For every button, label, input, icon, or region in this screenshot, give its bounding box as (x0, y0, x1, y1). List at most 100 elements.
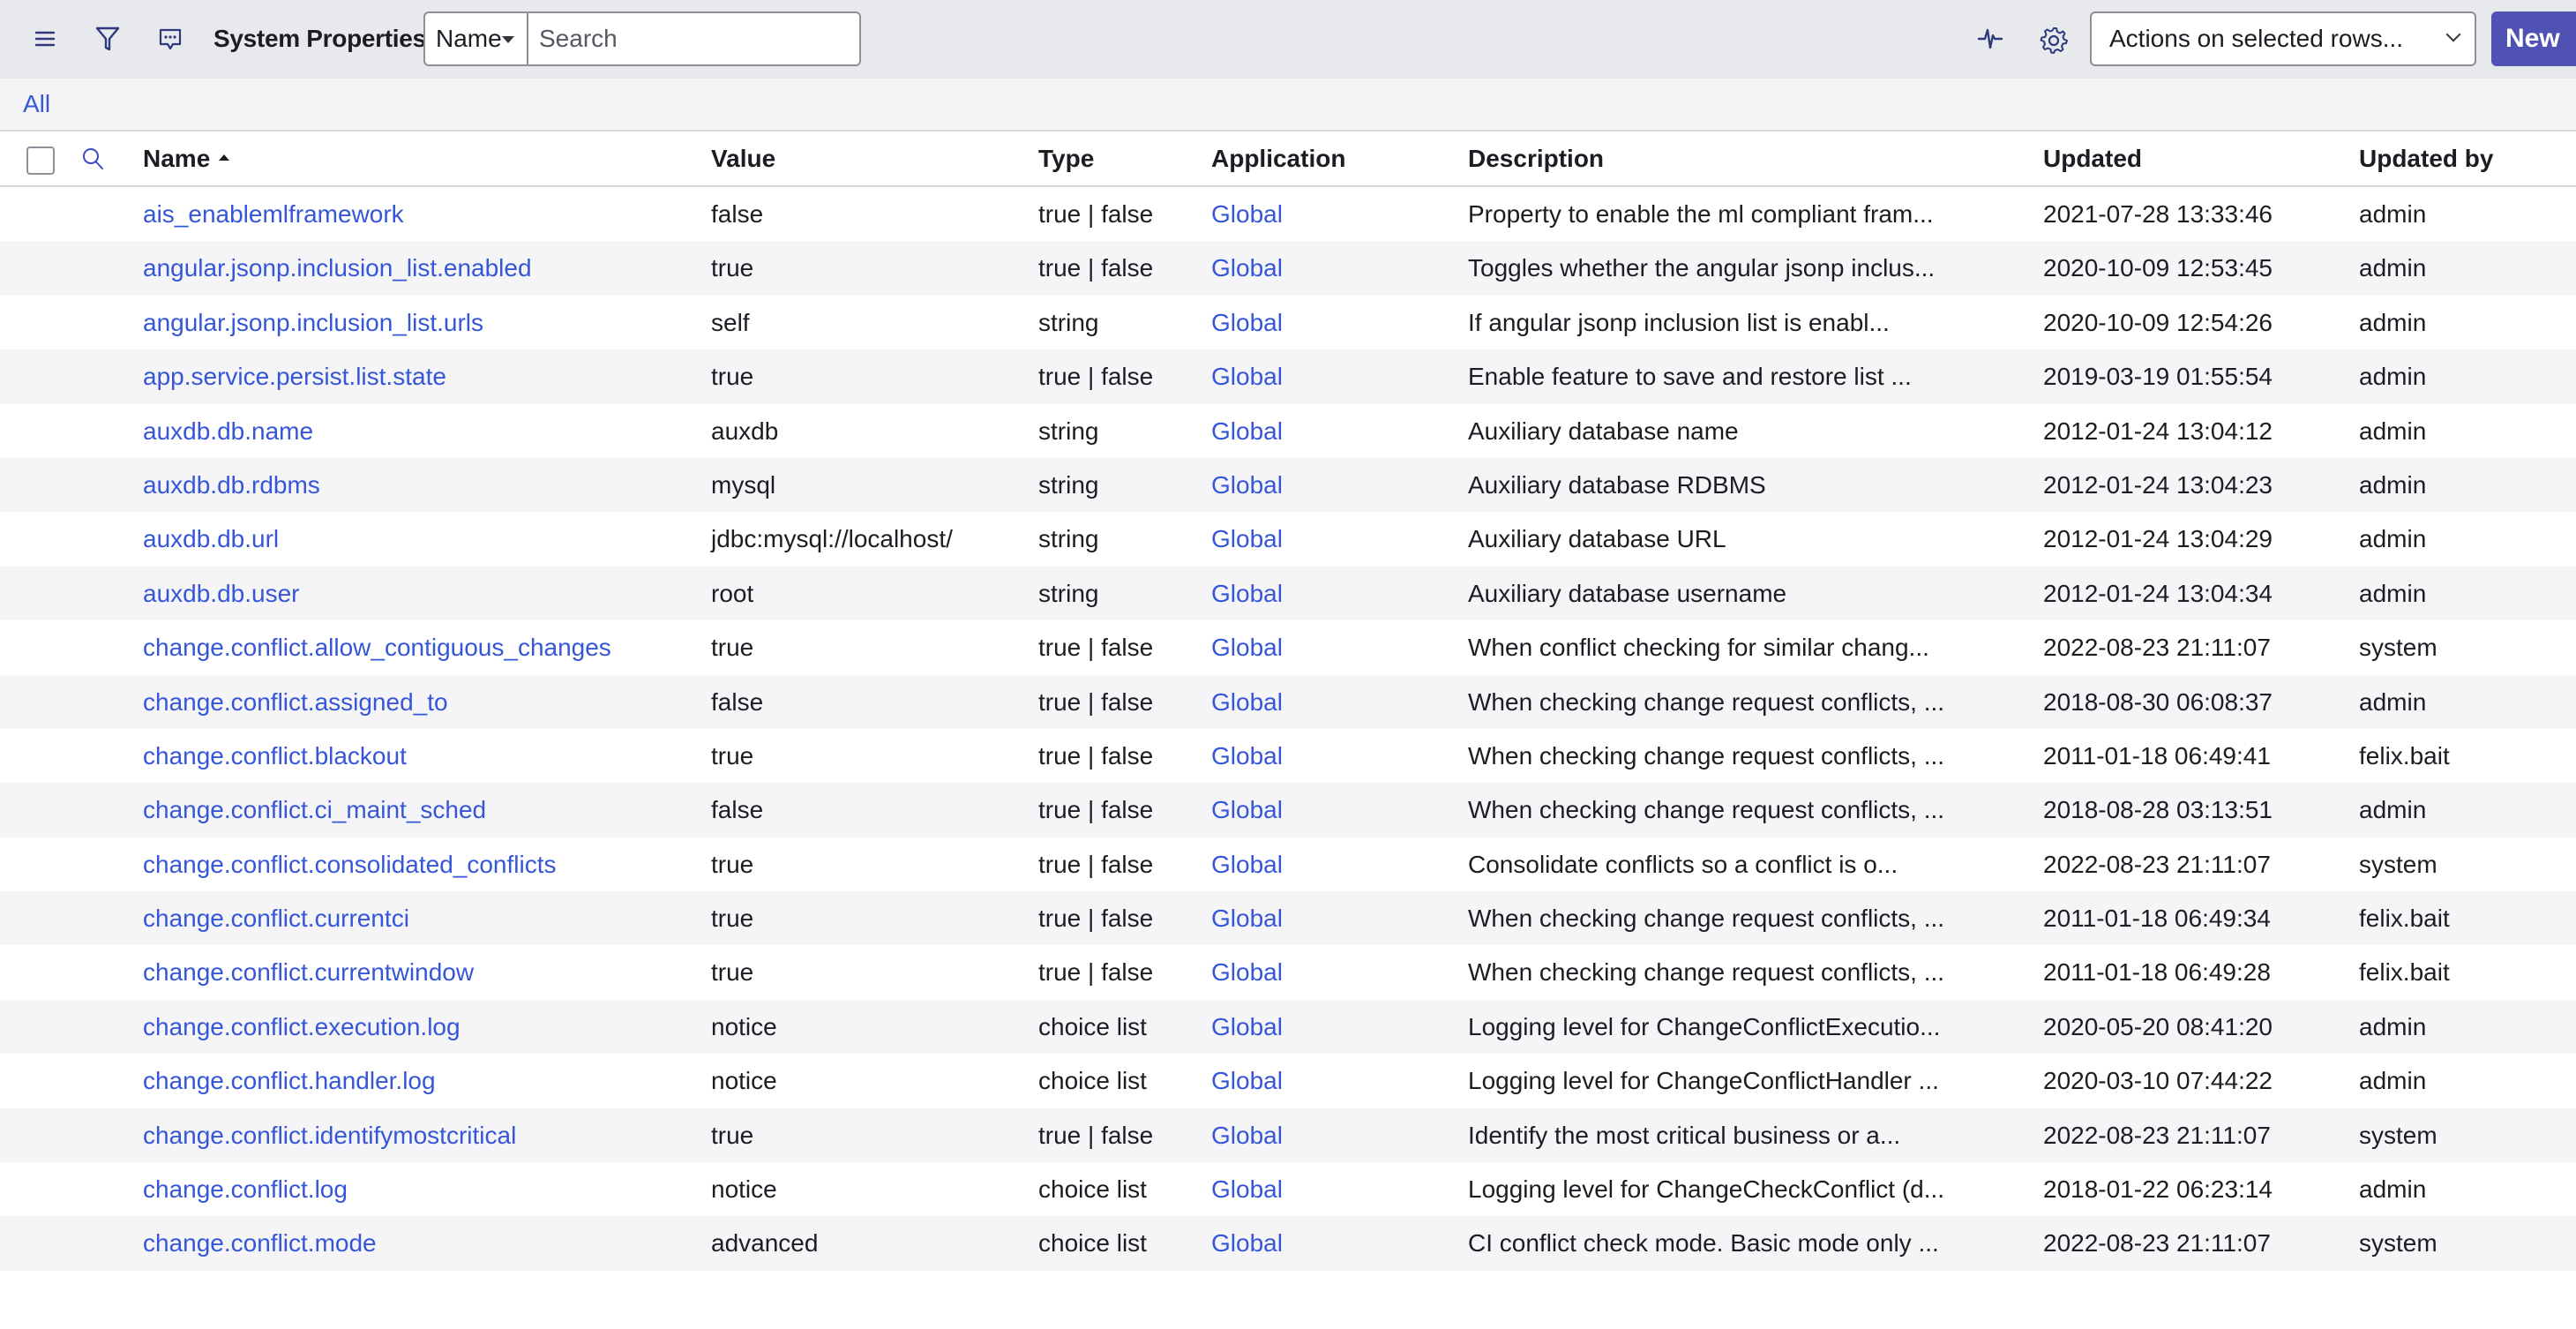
property-name-link[interactable]: angular.jsonp.inclusion_list.urls (143, 296, 483, 349)
application-link[interactable]: Global (1211, 945, 1283, 999)
breadcrumb-all[interactable]: All (23, 89, 50, 119)
search-input[interactable] (528, 13, 859, 64)
application-link[interactable]: Global (1211, 512, 1283, 566)
application-link[interactable]: Global (1211, 241, 1283, 295)
property-name-link[interactable]: change.conflict.identifymostcritical (143, 1108, 516, 1162)
search-icon[interactable] (79, 145, 106, 173)
column-header-name[interactable]: Name (143, 144, 230, 174)
property-name-link[interactable]: auxdb.db.url (143, 512, 279, 566)
application-link[interactable]: Global (1211, 675, 1283, 729)
property-name-link[interactable]: auxdb.db.rdbms (143, 458, 320, 512)
updated-by: admin (2359, 579, 2427, 607)
application-link[interactable]: Global (1211, 1216, 1283, 1270)
application-link[interactable]: Global (1211, 567, 1283, 620)
property-name-link[interactable]: auxdb.db.name (143, 404, 313, 458)
search-field-select[interactable]: Name (425, 13, 528, 64)
application-link[interactable]: Global (1211, 729, 1283, 783)
property-name-link[interactable]: change.conflict.blackout (143, 729, 407, 783)
column-header-description[interactable]: Description (1468, 144, 1604, 174)
property-value: notice (711, 1175, 777, 1204)
application-link[interactable]: Global (1211, 891, 1283, 945)
gear-icon[interactable] (2039, 25, 2069, 55)
table-row[interactable]: auxdb.db.user root string Global Auxiliary d… (0, 566, 2576, 621)
application-link[interactable]: Global (1211, 783, 1283, 837)
table-row[interactable]: change.conflict.currentci true true | fals… (0, 891, 2576, 946)
application-link[interactable]: Global (1211, 349, 1283, 403)
property-name-link[interactable]: change.conflict.log (143, 1162, 348, 1216)
table-row[interactable]: auxdb.db.rdbms mysql string Global Auxiliary… (0, 457, 2576, 513)
new-button[interactable]: New (2491, 11, 2576, 66)
chat-bubble-icon[interactable] (156, 25, 184, 55)
column-header-type[interactable]: Type (1038, 144, 1094, 174)
application-link[interactable]: Global (1211, 837, 1283, 891)
table-row[interactable]: change.conflict.blackout true true | false… (0, 728, 2576, 784)
table-row[interactable]: angular.jsonp.inclusion_list.enabled true… (0, 241, 2576, 296)
application-link[interactable]: Global (1211, 620, 1283, 674)
column-header-value[interactable]: Value (711, 144, 775, 174)
table-row[interactable]: change.conflict.ci_maint_sched false true … (0, 783, 2576, 837)
property-value: true (711, 363, 754, 391)
table-row[interactable]: change.conflict.consolidated_conflicts tr… (0, 837, 2576, 892)
application-link[interactable]: Global (1211, 458, 1283, 512)
hamburger-menu-icon[interactable] (32, 25, 58, 53)
property-name-link[interactable]: app.service.persist.list.state (143, 349, 446, 403)
property-description: Consolidate conflicts so a conflict is o… (1468, 850, 1898, 878)
property-description: Property to enable the ml compliant fram… (1468, 200, 1934, 228)
updated-by: admin (2359, 254, 2427, 282)
updated-by: admin (2359, 470, 2427, 499)
actions-on-selected-rows-select[interactable]: Actions on selected rows... (2090, 11, 2476, 66)
column-header-updated[interactable]: Updated (2043, 144, 2142, 174)
property-name-link[interactable]: change.conflict.handler.log (143, 1054, 436, 1108)
property-name-link[interactable]: change.conflict.ci_maint_sched (143, 783, 486, 837)
application-link[interactable]: Global (1211, 1000, 1283, 1054)
property-name-link[interactable]: ais_enablemlframework (143, 187, 404, 241)
application-link[interactable]: Global (1211, 1108, 1283, 1162)
table-row[interactable]: change.conflict.currentwindow true true | … (0, 945, 2576, 1000)
table-row[interactable]: angular.jsonp.inclusion_list.urls self str… (0, 295, 2576, 350)
property-value: false (711, 200, 764, 228)
application-link[interactable]: Global (1211, 187, 1283, 241)
property-description: Logging level for ChangeConflictHandler … (1468, 1067, 1939, 1095)
updated-timestamp: 2012-01-24 13:04:12 (2043, 417, 2273, 445)
table-row[interactable]: change.conflict.log notice choice list Glob… (0, 1162, 2576, 1217)
application-link[interactable]: Global (1211, 296, 1283, 349)
table-row[interactable]: change.conflict.handler.log notice choice … (0, 1054, 2576, 1108)
property-type: true | false (1038, 958, 1154, 987)
table-row[interactable]: change.conflict.identifymostcritical true… (0, 1108, 2576, 1163)
application-link[interactable]: Global (1211, 404, 1283, 458)
property-description: Identify the most critical business or a… (1468, 1121, 1901, 1149)
application-link[interactable]: Global (1211, 1054, 1283, 1108)
updated-timestamp: 2020-05-20 08:41:20 (2043, 1012, 2273, 1040)
updated-by: felix.bait (2359, 905, 2450, 933)
property-name-link[interactable]: change.conflict.currentwindow (143, 945, 474, 999)
column-header-updated-by[interactable]: Updated by (2359, 144, 2493, 174)
property-name-link[interactable]: angular.jsonp.inclusion_list.enabled (143, 241, 532, 295)
table-row[interactable]: change.conflict.allow_contiguous_changes… (0, 620, 2576, 675)
list-header-bar: System Properties Name Actions on select… (0, 0, 2576, 79)
property-name-link[interactable]: auxdb.db.user (143, 567, 299, 620)
application-link[interactable]: Global (1211, 1162, 1283, 1216)
table-row[interactable]: app.service.persist.list.state true true |… (0, 349, 2576, 404)
property-type: true | false (1038, 363, 1154, 391)
property-name-link[interactable]: change.conflict.assigned_to (143, 675, 448, 729)
table-row[interactable]: auxdb.db.name auxdb string Global Auxiliary … (0, 403, 2576, 458)
table-row[interactable]: change.conflict.assigned_to false true | f… (0, 674, 2576, 729)
table-row[interactable]: change.conflict.mode advanced choice list G… (0, 1216, 2576, 1271)
property-name-link[interactable]: change.conflict.mode (143, 1216, 377, 1270)
property-name-link[interactable]: change.conflict.consolidated_conflicts (143, 837, 557, 891)
table-row[interactable]: ais_enablemlframework false true | false Gl… (0, 187, 2576, 242)
property-name-link[interactable]: change.conflict.allow_contiguous_changes (143, 620, 611, 674)
column-header-application[interactable]: Application (1211, 144, 1345, 174)
table-row[interactable]: change.conflict.execution.log notice choic… (0, 999, 2576, 1055)
funnel-filter-icon[interactable] (94, 23, 122, 55)
pulse-activity-icon[interactable] (1976, 25, 2004, 53)
property-name-link[interactable]: change.conflict.execution.log (143, 1000, 461, 1054)
select-all-checkbox[interactable] (26, 146, 55, 175)
property-name-link[interactable]: change.conflict.currentci (143, 891, 409, 945)
updated-timestamp: 2021-07-28 13:33:46 (2043, 200, 2273, 228)
table-row[interactable]: auxdb.db.url jdbc:mysql://localhost/strin… (0, 512, 2576, 567)
updated-timestamp: 2018-08-28 03:13:51 (2043, 796, 2273, 824)
property-value: jdbc:mysql://localhost/ (711, 525, 953, 553)
updated-by: admin (2359, 687, 2427, 716)
property-value: mysql (711, 470, 776, 499)
